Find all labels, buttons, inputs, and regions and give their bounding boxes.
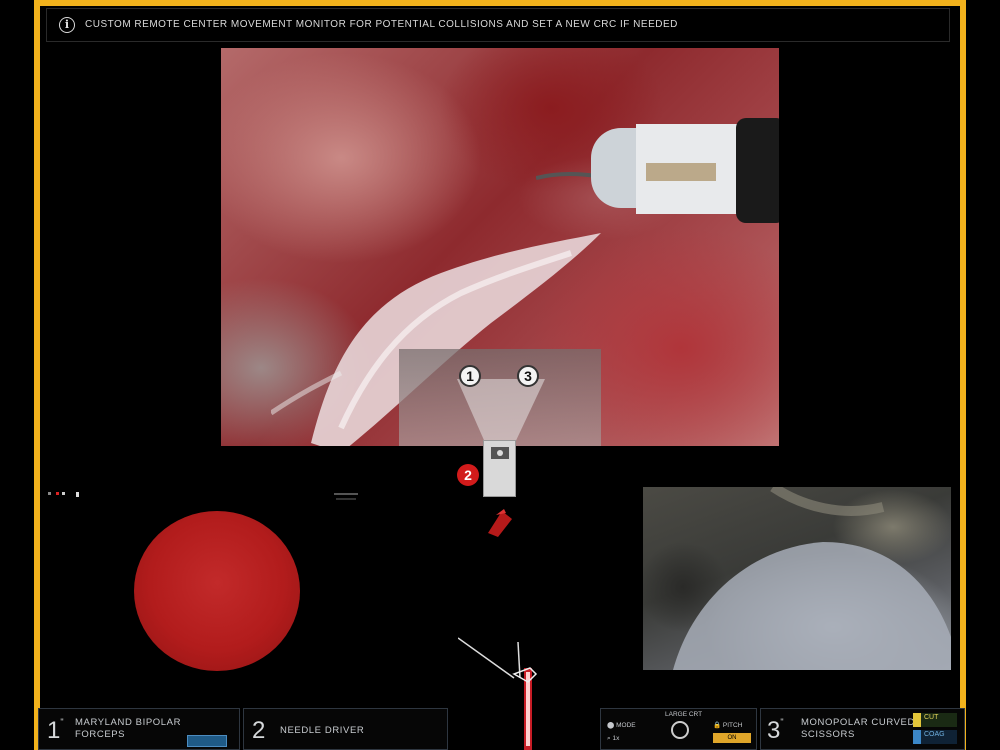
pitch-badge: ON bbox=[713, 733, 751, 743]
arm-2-panel[interactable]: 2 NEEDLE DRIVER bbox=[243, 708, 448, 750]
notification-message: CUSTOM REMOTE CENTER MOVEMENT MONITOR FO… bbox=[85, 19, 678, 30]
arm-2-alert-badge: 2 bbox=[457, 464, 479, 486]
mode-label: ⬤ MODE bbox=[607, 722, 636, 729]
hand-controller-indicator bbox=[134, 511, 300, 671]
endoscope-view: 1 3 bbox=[221, 48, 779, 446]
arm-1-tool-name: MARYLAND BIPOLAR FORCEPS bbox=[75, 717, 182, 740]
robotic-instrument bbox=[536, 118, 779, 223]
headset-icon bbox=[671, 721, 689, 739]
coag-tag: COAG bbox=[913, 730, 957, 744]
arm-1-marker: 1 bbox=[459, 365, 481, 387]
info-icon: i bbox=[59, 17, 75, 33]
pitch-label: 🔒 PITCH bbox=[713, 722, 743, 729]
arm-3-tool-name: MONOPOLAR CURVED SCISSORS bbox=[801, 717, 915, 740]
arm-3-number: 3" bbox=[767, 717, 784, 744]
cut-tag: CUT bbox=[913, 713, 957, 727]
system-status-panel: LARGE CRT ⬤ MODE ⌕ 1x 🔒 PITCH ON bbox=[600, 708, 757, 750]
arm-position-diagram bbox=[458, 637, 538, 750]
arm-3-marker: 3 bbox=[517, 365, 539, 387]
status-indicator-dots bbox=[48, 492, 88, 497]
arm-3-panel[interactable]: 3" MONOPOLAR CURVED SCISSORS CUT COAG bbox=[760, 708, 965, 750]
zoom-label: ⌕ 1x bbox=[607, 735, 620, 742]
camera-navigation-pip: 1 3 bbox=[399, 349, 601, 446]
arm-1-panel[interactable]: 1" MARYLAND BIPOLAR FORCEPS bbox=[38, 708, 240, 750]
arm-2-tool-name: NEEDLE DRIVER bbox=[280, 725, 365, 736]
arm-1-energy-tag bbox=[187, 735, 227, 747]
auxiliary-video-feed bbox=[643, 487, 951, 670]
status-title: LARGE CRT bbox=[665, 711, 703, 718]
energy-pedal-icon bbox=[482, 505, 518, 545]
arm-1-number: 1" bbox=[47, 717, 64, 744]
camera-arm-icon bbox=[483, 440, 516, 497]
camera-fov-cone bbox=[457, 379, 545, 446]
notification-bar: i CUSTOM REMOTE CENTER MOVEMENT MONITOR … bbox=[46, 8, 950, 42]
arm-2-number: 2 bbox=[252, 717, 266, 744]
level-indicator bbox=[334, 493, 358, 500]
